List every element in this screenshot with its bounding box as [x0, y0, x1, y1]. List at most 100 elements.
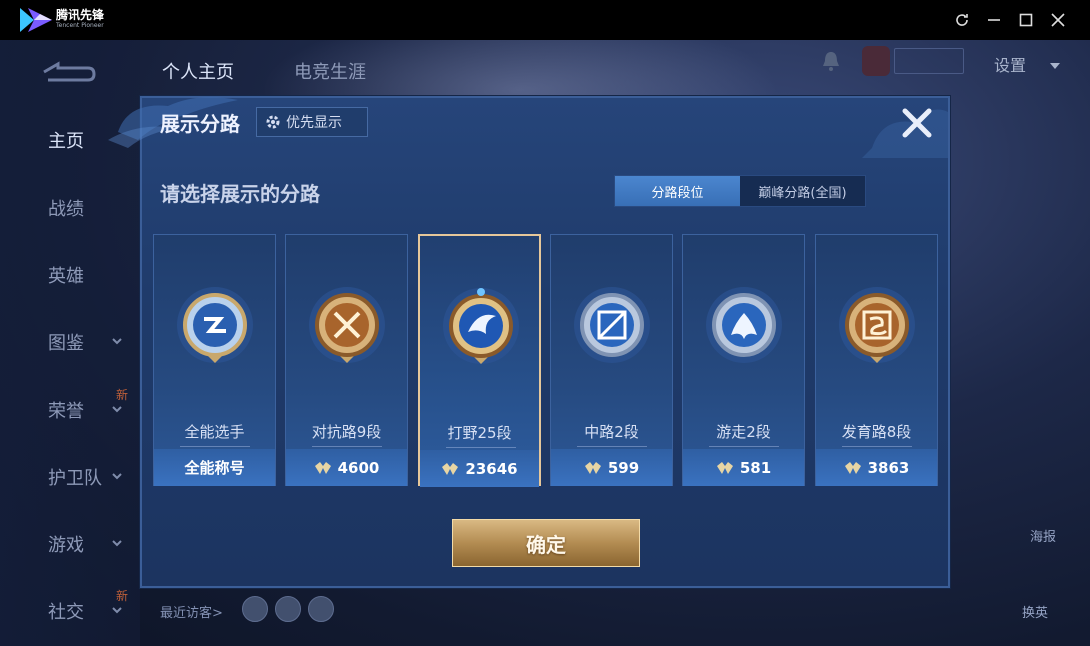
poster-label[interactable]: 海报 — [1030, 526, 1056, 545]
card-divider — [180, 446, 250, 447]
lane-value-text: 23646 — [465, 459, 518, 478]
chevron-down-icon — [112, 338, 122, 345]
lane-name: 游走2段 — [716, 423, 771, 441]
refresh-button[interactable] — [950, 8, 974, 32]
chevron-down-icon — [112, 540, 122, 547]
lane-card-mid[interactable]: 中路2段 599 — [550, 234, 673, 486]
points-icon — [584, 461, 601, 474]
segment-peak-lane[interactable]: 巅峰分路(全国) — [740, 176, 865, 206]
sidebar-item-label: 护卫队 — [48, 468, 102, 489]
new-badge: 新 — [116, 388, 129, 402]
tab-esports-career[interactable]: 电竞生涯 — [294, 58, 366, 84]
sidebar-item-label: 战绩 — [48, 199, 84, 220]
lane-value: 599 — [551, 449, 672, 486]
sidebar-item-squad[interactable]: 护卫队 — [0, 457, 140, 497]
lane-name: 全能选手 — [184, 423, 245, 441]
window-titlebar: 腾讯先锋 Tencent Pioneer — [0, 0, 1090, 40]
points-icon — [442, 462, 459, 475]
chevron-down-icon — [112, 473, 122, 480]
lane-value: 全能称号 — [154, 449, 275, 486]
lane-name: 中路2段 — [584, 423, 639, 441]
lane-value: 581 — [683, 449, 804, 486]
card-divider — [312, 446, 382, 447]
minimize-button[interactable] — [982, 8, 1006, 32]
lane-card-farm[interactable]: 发育路8段 3863 — [815, 234, 938, 486]
segment-control: 分路段位 巅峰分路(全国) — [614, 175, 866, 207]
lane-value-text: 4600 — [337, 458, 380, 477]
points-icon — [716, 461, 733, 474]
lane-name: 打野25段 — [447, 424, 512, 442]
avatar[interactable] — [308, 596, 334, 622]
lane-value-text: 全能称号 — [184, 459, 245, 477]
lane-value-text: 3863 — [867, 458, 910, 477]
maximize-button[interactable] — [1014, 8, 1038, 32]
sidebar-item-label: 主页 — [48, 131, 84, 152]
farm-lane-emblem-icon — [839, 287, 915, 363]
lane-card-all-round[interactable]: 全能选手 全能称号 — [153, 234, 276, 486]
back-arrow-icon[interactable] — [40, 60, 96, 84]
close-icon — [1051, 13, 1065, 27]
lane-value: 3863 — [816, 449, 937, 486]
card-divider — [446, 447, 516, 448]
vip-badge — [894, 48, 964, 74]
lane-value-text: 599 — [607, 458, 640, 477]
dialog-subtitle: 请选择展示的分路 — [160, 182, 320, 206]
chevron-down-icon — [112, 406, 122, 413]
sidebar-item-heroes[interactable]: 英雄 — [0, 255, 140, 295]
sidebar-item-label: 英雄 — [48, 266, 84, 287]
lane-card-roam[interactable]: 游走2段 581 — [682, 234, 805, 486]
sidebar-item-records[interactable]: 战绩 — [0, 188, 140, 228]
lane-name: 发育路8段 — [841, 423, 912, 441]
clash-lane-emblem-icon — [309, 287, 385, 363]
lane-name: 对抗路9段 — [311, 423, 382, 441]
lane-card-clash[interactable]: 对抗路9段 4600 — [285, 234, 408, 486]
lane-value-text: 581 — [739, 458, 772, 477]
segment-lane-rank[interactable]: 分路段位 — [615, 176, 740, 206]
sidebar-item-social[interactable]: 社交 新 — [0, 589, 140, 631]
lane-card-list: 全能选手 全能称号 对抗路9段 4600 打野25段 23646 中路2段 59… — [153, 234, 943, 487]
chevron-down-icon — [112, 607, 122, 614]
close-icon[interactable] — [900, 106, 934, 140]
tab-profile[interactable]: 个人主页 — [162, 58, 234, 84]
new-badge: 新 — [116, 589, 129, 603]
vip-avatar[interactable] — [862, 46, 890, 76]
lane-card-jungle[interactable]: 打野25段 23646 — [418, 234, 541, 487]
avatar[interactable] — [242, 596, 268, 622]
dialog-header: 展示分路 优先显示 — [142, 98, 948, 146]
sidebar-item-label: 图鉴 — [48, 333, 84, 354]
sidebar-item-honors[interactable]: 荣誉 新 — [0, 388, 140, 430]
mid-lane-emblem-icon — [574, 287, 650, 363]
sidebar-item-label: 荣誉 — [48, 401, 84, 422]
app-subtitle: Tencent Pioneer — [56, 22, 104, 29]
sidebar-item-label: 游戏 — [48, 535, 84, 556]
switch-hero-label[interactable]: 换英 — [1022, 602, 1048, 621]
app-name: 腾讯先锋 — [56, 8, 105, 22]
bell-icon[interactable] — [822, 50, 840, 72]
lane-value: 23646 — [420, 450, 539, 487]
card-divider — [577, 446, 647, 447]
app-logo-icon — [20, 8, 52, 32]
close-window-button[interactable] — [1046, 8, 1070, 32]
maximize-icon — [1019, 13, 1033, 27]
card-divider — [709, 446, 779, 447]
confirm-button[interactable]: 确定 — [452, 519, 640, 567]
sidebar-item-games[interactable]: 游戏 — [0, 524, 140, 564]
roam-emblem-icon — [706, 287, 782, 363]
refresh-icon — [956, 14, 968, 26]
points-icon — [844, 461, 861, 474]
minimize-icon — [988, 19, 1000, 21]
settings-label: 设置 — [994, 56, 1027, 75]
priority-display-button[interactable]: 优先显示 — [256, 107, 368, 137]
recent-visitors-link[interactable]: 最近访客> — [160, 602, 223, 621]
sidebar-item-label: 社交 — [48, 602, 84, 623]
chevron-down-icon — [1050, 63, 1061, 69]
settings-menu[interactable]: 设置 — [994, 52, 1061, 76]
jungle-emblem-icon — [443, 288, 519, 364]
points-icon — [314, 461, 331, 474]
lane-value: 4600 — [286, 449, 407, 486]
all-round-emblem-icon — [177, 287, 253, 363]
sidebar-item-codex[interactable]: 图鉴 — [0, 322, 140, 362]
avatar[interactable] — [275, 596, 301, 622]
dialog-title: 展示分路 — [160, 112, 240, 136]
route-display-dialog: 展示分路 优先显示 请选择展示的分路 分路段位 巅峰分路(全国) 全能选手 全能… — [108, 96, 950, 588]
